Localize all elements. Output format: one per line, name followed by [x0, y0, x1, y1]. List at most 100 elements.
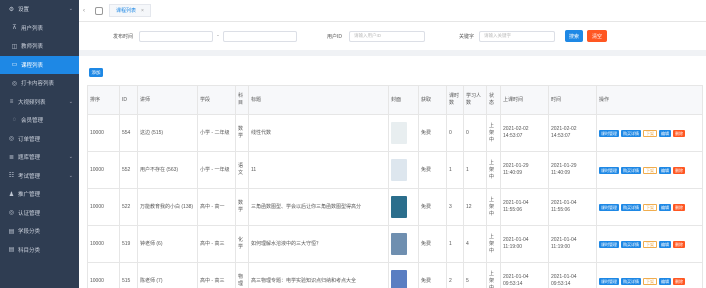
column-header: 封面 [388, 85, 419, 115]
cell-cover [388, 262, 419, 288]
sidebar-item[interactable]: ◎ 打卡内容列表 [0, 74, 79, 93]
sidebar-item[interactable]: ☷ 考试管理 ⌄ [0, 167, 79, 186]
cell-subject: 语文 [235, 151, 249, 189]
sidebar-item[interactable]: ◎ 订单管理 [0, 130, 79, 149]
sidebar-item[interactable]: ≣ 题库管理 ⌄ [0, 148, 79, 167]
menu-icon: ≡ [9, 98, 14, 105]
purchase-detail-button[interactable]: 购买详情 [621, 277, 641, 285]
cell-title: 高三物理专题：电学实验知识点归纳和考点大全 [248, 262, 389, 288]
course-cover-image[interactable] [391, 122, 407, 144]
end-date-input[interactable] [223, 30, 297, 42]
course-cover-image[interactable] [391, 270, 407, 288]
sidebar-item-label: 大视频列表 [18, 99, 46, 106]
cell-teacher: 钟老师 (6) [137, 225, 198, 263]
sidebar-item[interactable]: ◌ 会员管理 [0, 111, 79, 130]
lesson-manage-button[interactable]: 课时管理 [599, 240, 619, 248]
column-header: 操作 [596, 85, 703, 115]
cell-learners: 12 [463, 188, 487, 226]
sidebar-item-label: 课程列表 [21, 62, 44, 69]
cell-sort: 10000 [87, 262, 120, 288]
purchase-detail-button[interactable]: 购买详情 [621, 166, 641, 174]
sidebar-item[interactable]: ♟ 推广管理 [0, 185, 79, 204]
app-root: ⚙ 设置 ⌄ ⊼ 用户列表 ◫ 教师列表 ▭ 课程列表 ◎ 打卡内容列表 ≡ 大视频列表 ⌄ ◌ 会员管理 ◎ 订… [0, 0, 706, 288]
column-header: 上课时间 [500, 85, 549, 115]
cell-teacher: 用户不存在 (563) [137, 151, 198, 189]
delete-button[interactable]: 删除 [673, 203, 685, 211]
tab-scroll-left-icon[interactable]: ‹ [79, 8, 89, 14]
cell-class_time: 2021-01-04 11:55:06 [500, 188, 549, 226]
cell-hours: 1 [446, 225, 464, 263]
home-tab-icon[interactable] [95, 6, 103, 15]
table-row: 10000 522 万能教育我的小白 (138) 高中 - 高一 数学 三角函数图型、学会… [87, 188, 703, 226]
add-button[interactable]: 添加 [89, 68, 103, 77]
reset-button[interactable]: 清空 [587, 30, 607, 42]
cell-sort: 10000 [87, 225, 120, 263]
lesson-manage-button[interactable]: 课时管理 [599, 129, 619, 137]
sidebar-item[interactable]: ⚙ 设置 ⌄ [0, 0, 79, 19]
cell-get: 免费 [418, 151, 447, 189]
cell-actions: 课时管理 购买详情 下架 编辑 删除 [596, 188, 703, 226]
unpublish-button[interactable]: 下架 [643, 166, 657, 174]
column-header: 排序 [87, 85, 120, 115]
cell-subject: 物理 [235, 262, 249, 288]
cell-cover [388, 188, 419, 226]
edit-button[interactable]: 编辑 [659, 129, 671, 137]
lesson-manage-button[interactable]: 课时管理 [599, 166, 619, 174]
user-id-label: 用户ID [327, 33, 343, 40]
keyword-input[interactable]: 请输入关键字 [479, 30, 555, 42]
sidebar-item[interactable]: ▤ 学段分类 [0, 222, 79, 241]
purchase-detail-button[interactable]: 购买详情 [621, 240, 641, 248]
tab-course-list[interactable]: 课程列表 × [109, 4, 151, 17]
lesson-manage-button[interactable]: 课时管理 [599, 277, 619, 285]
cell-id: 515 [119, 262, 138, 288]
cell-status: 上架中 [486, 225, 501, 263]
cell-actions: 课时管理 购买详情 下架 编辑 删除 [596, 114, 703, 152]
sidebar-item[interactable]: ▭ 课程列表 [0, 55, 79, 74]
cell-id: 519 [119, 225, 138, 263]
unpublish-button[interactable]: 下架 [643, 277, 657, 285]
cell-hours: 0 [446, 114, 464, 152]
edit-button[interactable]: 编辑 [659, 166, 671, 174]
course-cover-image[interactable] [391, 196, 407, 218]
edit-button[interactable]: 编辑 [659, 203, 671, 211]
publish-time-label: 发布时间 [113, 33, 134, 40]
cell-id: 554 [119, 114, 138, 152]
delete-button[interactable]: 删除 [673, 166, 685, 174]
sidebar-item[interactable]: ≡ 大视频列表 ⌄ [0, 93, 79, 112]
course-cover-image[interactable] [391, 159, 407, 181]
sidebar-item[interactable]: ▤ 科目分类 [0, 241, 79, 260]
search-button[interactable]: 搜索 [565, 30, 583, 42]
delete-button[interactable]: 删除 [673, 129, 685, 137]
lesson-manage-button[interactable]: 课时管理 [599, 203, 619, 211]
close-icon[interactable]: × [141, 8, 144, 14]
column-header: 获取 [418, 85, 447, 115]
unpublish-button[interactable]: 下架 [643, 240, 657, 248]
unpublish-button[interactable]: 下架 [643, 203, 657, 211]
menu-icon: ♟ [8, 191, 15, 198]
edit-button[interactable]: 编辑 [659, 277, 671, 285]
sidebar-item[interactable]: ◎ 认证管理 [0, 204, 79, 223]
purchase-detail-button[interactable]: 购买详情 [621, 203, 641, 211]
cell-time: 2021-02-02 14:53:07 [548, 114, 597, 152]
chevron-down-icon: ⌄ [68, 6, 73, 13]
column-header: 学段 [197, 85, 236, 115]
purchase-detail-button[interactable]: 购买详情 [621, 129, 641, 137]
menu-icon: ▭ [11, 62, 18, 69]
unpublish-button[interactable]: 下架 [643, 129, 657, 137]
sidebar-item[interactable]: ⊼ 用户列表 [0, 19, 79, 38]
user-id-input[interactable]: 请输入用户ID [349, 30, 425, 42]
edit-button[interactable]: 编辑 [659, 240, 671, 248]
cell-hours: 2 [446, 262, 464, 288]
filter-bar: 发布时间 - 用户ID 请输入用户ID 关键字 请输入关键字 搜索 清空 [79, 22, 706, 50]
cell-cover [388, 114, 419, 152]
sidebar-item-label: 设置 [18, 7, 30, 14]
menu-icon: ≣ [8, 154, 15, 161]
start-date-input[interactable] [139, 30, 213, 42]
sidebar-item[interactable]: ◫ 教师列表 [0, 37, 79, 56]
course-cover-image[interactable] [391, 233, 407, 255]
delete-button[interactable]: 删除 [673, 277, 685, 285]
keyword-label: 关键字 [459, 33, 475, 40]
delete-button[interactable]: 删除 [673, 240, 685, 248]
table-row: 10000 552 用户不存在 (563) 小学 - 一年级 语文 11 免费 1 1 上架中 20… [87, 151, 703, 189]
sidebar: ⚙ 设置 ⌄ ⊼ 用户列表 ◫ 教师列表 ▭ 课程列表 ◎ 打卡内容列表 ≡ 大视频列表 ⌄ ◌ 会员管理 ◎ 订… [0, 0, 79, 288]
